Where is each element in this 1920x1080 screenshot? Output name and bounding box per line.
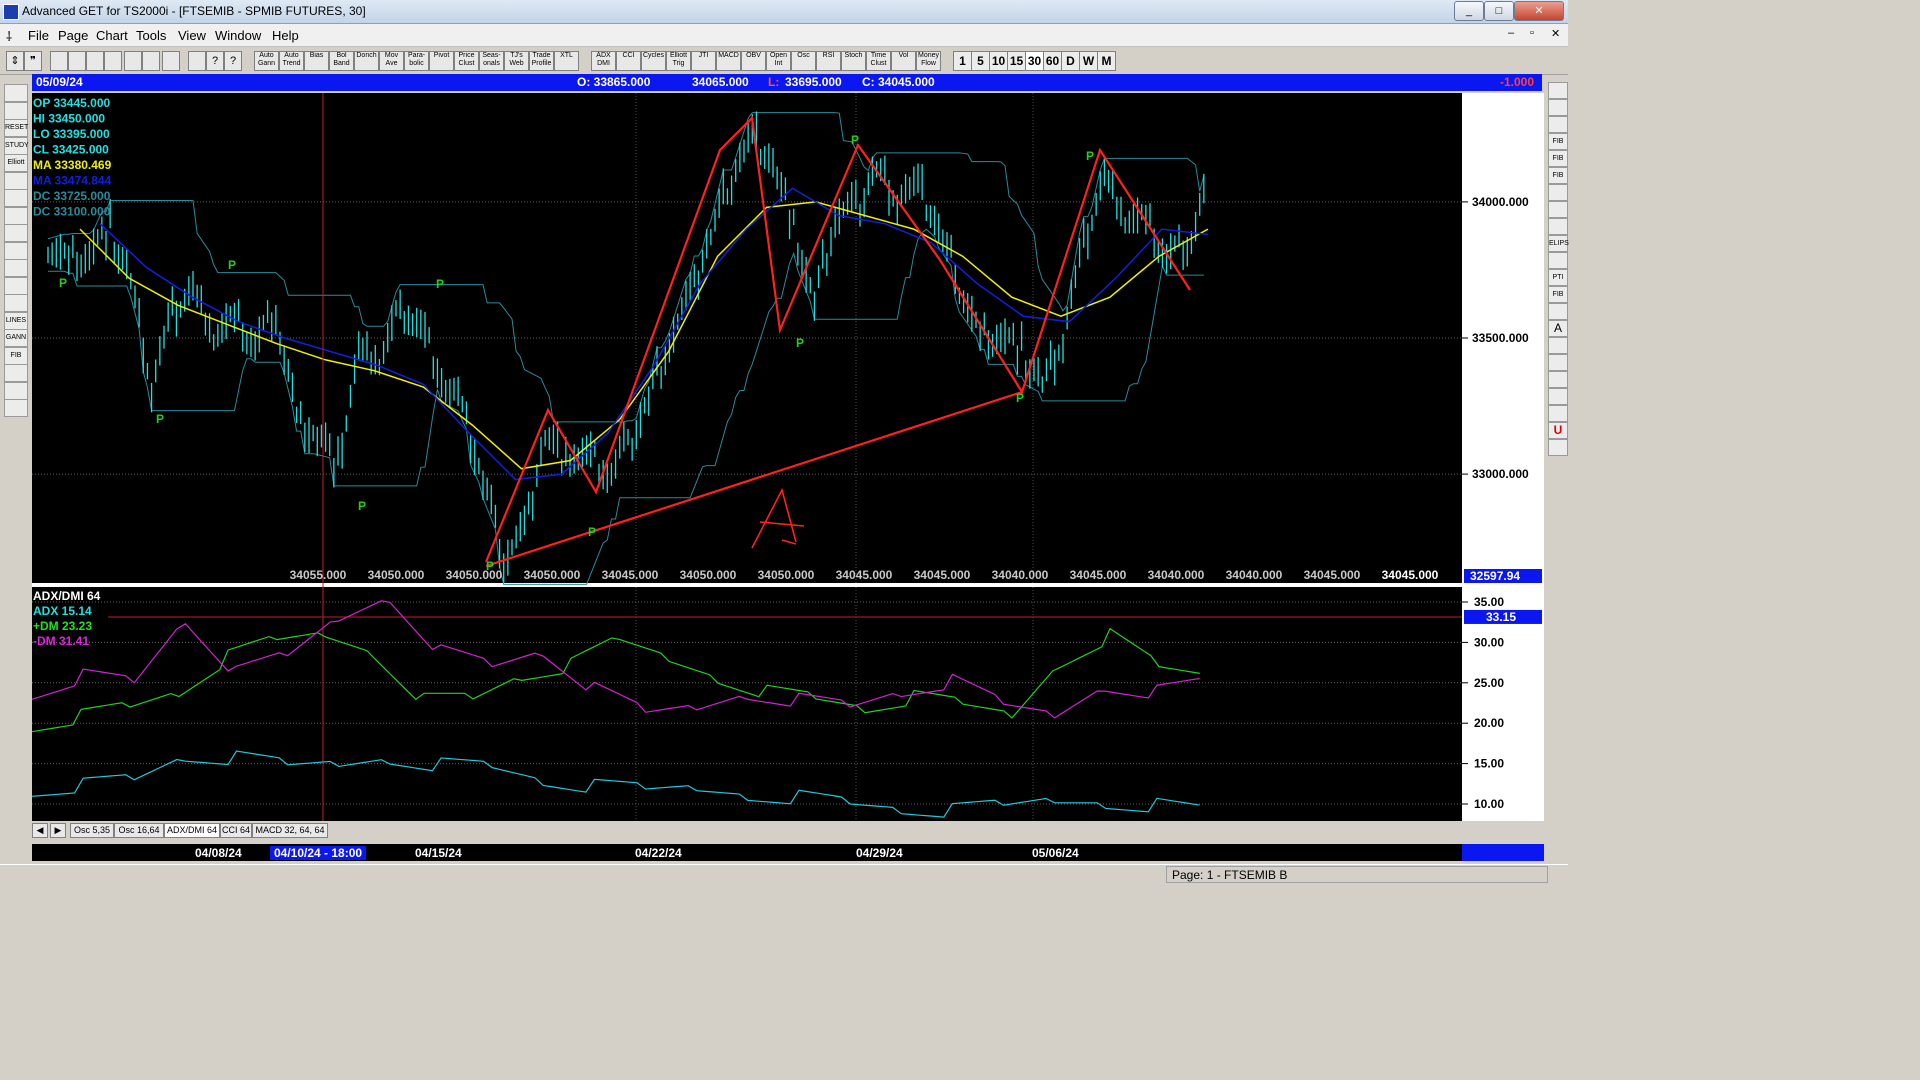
legend-dc: DC 33725.000 xyxy=(33,189,111,203)
pivot-marker: P xyxy=(156,412,164,426)
pivot-marker: P xyxy=(228,258,236,272)
pivot-marker: P xyxy=(436,277,444,291)
bottom-value: 34050.000 xyxy=(524,568,581,582)
pivot-marker: P xyxy=(358,499,366,513)
date-label: 05/06/24 xyxy=(1032,846,1079,860)
adx-axis-label: 35.00 xyxy=(1474,595,1504,609)
adx-axis-label: 15.00 xyxy=(1474,757,1504,771)
date-label: 04/15/24 xyxy=(415,846,462,860)
chart-canvas[interactable]: PPPPPPPPPPP OP 33445.000HI 33450.000LO 3… xyxy=(0,0,1568,882)
bottom-value: 34050.000 xyxy=(758,568,815,582)
bottom-value: 34045.000 xyxy=(1304,568,1361,582)
date-label: 04/08/24 xyxy=(195,846,242,860)
bottom-value: 34040.000 xyxy=(1226,568,1283,582)
tab-scroll-left-icon[interactable]: ◀ xyxy=(32,823,48,838)
tab-cci-64[interactable]: CCI 64 xyxy=(220,823,252,838)
adx-panel-title: ADX/DMI 64 xyxy=(33,589,101,603)
price-axis-label: 33000.000 xyxy=(1472,467,1529,481)
price-legend: OP 33445.000 HI 33450.000LO 33395.000 CL 3… xyxy=(33,96,112,219)
legend-hi: HI 33450.000 xyxy=(33,112,105,126)
study-tab-strip: ◀ ▶ Osc 5,35 Osc 16,64 ADX/DMI 64 CCI 64… xyxy=(32,822,1462,838)
adx-panel-bg xyxy=(32,587,1462,821)
adx-level-label: 33.15 xyxy=(1486,610,1516,624)
adx-axis-label: 10.00 xyxy=(1474,797,1504,811)
status-text: Page: 1 - FTSEMIB B xyxy=(1172,868,1288,882)
bottom-value: 34045.000 xyxy=(602,568,659,582)
bottom-value: 34045.000 xyxy=(836,568,893,582)
bottom-value: 34045.000 xyxy=(1382,568,1439,582)
pivot-marker: P xyxy=(1016,391,1024,405)
legend-lo: LO 33395.000 xyxy=(33,127,110,141)
date-bar-axis-corner xyxy=(1462,844,1544,861)
adx-axis-label: 20.00 xyxy=(1474,716,1504,730)
date-label: 04/29/24 xyxy=(856,846,903,860)
tab-adx-dmi-64[interactable]: ADX/DMI 64 xyxy=(164,823,220,838)
cursor-date-label: 04/10/24 - 18:00 xyxy=(270,846,367,860)
legend-dc: DC 33100.000 xyxy=(33,205,111,219)
bottom-value: 34040.000 xyxy=(992,568,1049,582)
adx-axis-label: 30.00 xyxy=(1474,635,1504,649)
price-axis-label: 33500.000 xyxy=(1472,331,1529,345)
bottom-value: 34050.000 xyxy=(680,568,737,582)
panel-divider xyxy=(32,583,1544,587)
bottom-values-row: 34055.000 34050.000 34050.000 34050.000 3404… xyxy=(290,568,1439,582)
bottom-value: 34045.000 xyxy=(914,568,971,582)
bottom-value: 34050.000 xyxy=(446,568,503,582)
bottom-value: 34055.000 xyxy=(290,568,347,582)
price-axis-label: 34000.000 xyxy=(1472,195,1529,209)
legend-ma: MA 33380.469 xyxy=(33,158,112,172)
adx-legend-dm: +DM 23.23 xyxy=(33,619,92,633)
date-axis-bar: 04/08/24 04/10/24 - 18:00 04/15/24 04/22… xyxy=(32,844,1462,861)
legend-cl: CL 33425.000 xyxy=(33,143,109,157)
adx-axis-label: 25.00 xyxy=(1474,676,1504,690)
date-label: 04/22/24 xyxy=(635,846,682,860)
tab-macd[interactable]: MACD 32, 64, 64 xyxy=(252,823,328,838)
adx-legend-adx: ADX 15.14 xyxy=(33,604,92,618)
pivot-marker: P xyxy=(59,276,67,290)
pivot-marker: P xyxy=(588,525,596,539)
pivot-marker: P xyxy=(796,336,804,350)
status-bar: Page: 1 - FTSEMIB B xyxy=(0,864,1568,883)
pivot-marker: P xyxy=(1086,149,1094,163)
tab-osc-16-64[interactable]: Osc 16,64 xyxy=(114,823,164,838)
legend-ma: MA 33474.844 xyxy=(33,174,112,188)
bottom-value: 34040.000 xyxy=(1148,568,1205,582)
adx-legend-dm: -DM 31.41 xyxy=(33,634,89,648)
legend-op: OP 33445.000 xyxy=(33,96,111,110)
tab-scroll-right-icon[interactable]: ▶ xyxy=(50,823,66,838)
tab-osc-5-35[interactable]: Osc 5,35 xyxy=(70,823,114,838)
bottom-value: 34050.000 xyxy=(368,568,425,582)
bottom-value: 34045.000 xyxy=(1070,568,1127,582)
current-price-label: 32597.94 xyxy=(1470,569,1520,583)
pivot-marker: P xyxy=(851,133,859,147)
